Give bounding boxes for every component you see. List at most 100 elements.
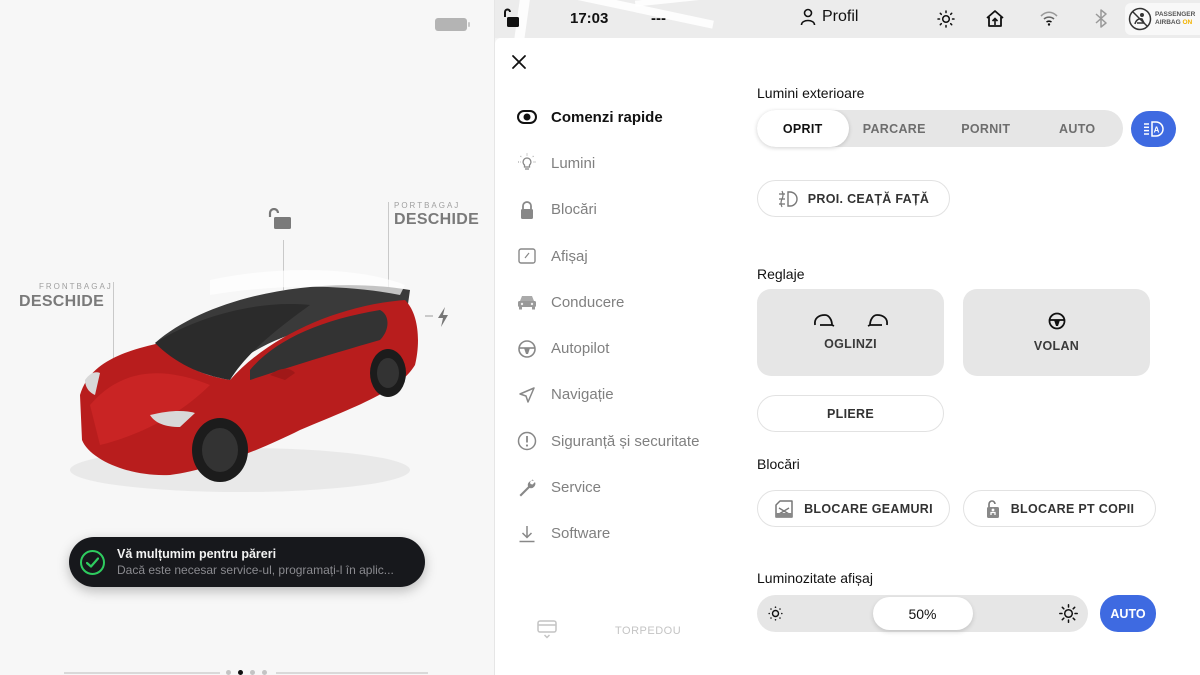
- pager-dot[interactable]: [262, 670, 267, 675]
- check-circle-icon: [80, 549, 105, 575]
- brightness-low-icon: [768, 606, 783, 621]
- lock-icon: [517, 200, 537, 220]
- brightness-slider[interactable]: 50%: [757, 595, 1088, 632]
- menu-label: Navigație: [551, 386, 614, 404]
- toggle-icon: [517, 107, 537, 127]
- passenger-airbag-indicator: PASSENGER AIRBAG ON: [1125, 3, 1200, 35]
- child-lock-button[interactable]: BLOCARE PT COPII: [963, 490, 1156, 527]
- lock-open-icon[interactable]: [502, 8, 520, 32]
- menu-item-display[interactable]: Afișaj: [517, 233, 699, 279]
- airbag-line1: PASSENGER: [1155, 11, 1196, 18]
- svg-text:A: A: [1153, 126, 1159, 135]
- right-mirror-icon: [867, 314, 888, 327]
- page-indicator: [64, 670, 428, 675]
- wifi-icon[interactable]: [1040, 11, 1058, 30]
- mirrors-icon: [813, 314, 889, 328]
- steering-wheel-button[interactable]: VOLAN: [963, 289, 1150, 376]
- alert-icon: [517, 431, 537, 451]
- lights-option-on[interactable]: PORNIT: [940, 110, 1032, 147]
- glovebox-label: TORPEDOU: [615, 625, 682, 637]
- menu-item-software[interactable]: Software: [517, 511, 699, 557]
- pager-line-left: [64, 672, 220, 674]
- close-button[interactable]: [510, 53, 528, 71]
- homelink-icon[interactable]: [985, 9, 1005, 32]
- pager-line-right: [276, 672, 428, 674]
- settings-menu: Comenzi rapide Lumini Blocări Afișaj Con…: [517, 94, 699, 557]
- fold-mirrors-button[interactable]: PLIERE: [757, 395, 944, 432]
- mirrors-button[interactable]: OGLINZI: [757, 289, 944, 376]
- user-icon: [800, 8, 816, 26]
- navigation-icon: [517, 385, 537, 405]
- menu-item-navigation[interactable]: Navigație: [517, 372, 699, 418]
- child-lock-icon: [986, 499, 999, 518]
- window-lock-icon: [775, 499, 793, 518]
- glovebox-button[interactable]: TORPEDOU: [537, 620, 681, 640]
- steering-wheel-icon: [1048, 312, 1065, 330]
- airbag-off-icon: [1128, 7, 1152, 31]
- car-icon: [517, 292, 537, 312]
- window-lock-label: BLOCARE GEAMURI: [804, 501, 933, 516]
- map-road: [634, 0, 726, 7]
- glovebox-icon: [537, 620, 557, 639]
- pager-dot[interactable]: [250, 670, 255, 675]
- pager-dot[interactable]: [226, 670, 231, 675]
- menu-label: Comenzi rapide: [551, 108, 663, 126]
- controls-panel: Comenzi rapide Lumini Blocări Afișaj Con…: [495, 38, 1200, 675]
- feedback-toast[interactable]: Vă mulțumim pentru păreri Dacă este nece…: [69, 537, 425, 587]
- menu-item-locks[interactable]: Blocări: [517, 187, 699, 233]
- menu-item-lights[interactable]: Lumini: [517, 140, 699, 186]
- window-lock-button[interactable]: BLOCARE GEAMURI: [757, 490, 950, 527]
- airbag-state: ON: [1182, 19, 1193, 26]
- profile-label: Profil: [822, 8, 859, 25]
- car-unlock-icon[interactable]: [268, 207, 292, 235]
- brightness-high-icon: [1059, 604, 1078, 623]
- menu-label: Blocări: [551, 201, 597, 219]
- menu-label: Afișaj: [551, 247, 588, 265]
- brightness-icon[interactable]: [937, 10, 955, 32]
- exterior-lights-title: Lumini exterioare: [757, 85, 865, 101]
- clock-time: 17:03: [570, 10, 609, 27]
- menu-item-autopilot[interactable]: Autopilot: [517, 325, 699, 371]
- brightness-slider-thumb[interactable]: 50%: [872, 597, 973, 630]
- menu-item-safety-security[interactable]: Siguranță și securitate: [517, 418, 699, 464]
- display-icon: [517, 246, 537, 266]
- trunk-open-button[interactable]: DESCHIDE: [394, 211, 479, 229]
- fog-lights-label: PROI. CEAȚĂ FAȚĂ: [807, 191, 930, 206]
- pager-dot-active[interactable]: [238, 670, 243, 675]
- menu-item-driving[interactable]: Conducere: [517, 279, 699, 325]
- menu-label: Software: [551, 525, 611, 543]
- menu-label: Lumini: [551, 154, 596, 172]
- left-mirror-icon: [813, 314, 834, 327]
- adjust-title: Reglaje: [757, 266, 805, 282]
- lights-option-auto[interactable]: AUTO: [1032, 110, 1124, 147]
- brightness-value: 50%: [908, 605, 937, 622]
- fold-mirrors-label: PLIERE: [827, 406, 874, 421]
- bulb-icon: [517, 153, 537, 173]
- fog-light-icon: [778, 190, 798, 207]
- brightness-auto-button[interactable]: AUTO: [1100, 595, 1156, 632]
- auto-high-beam-button[interactable]: A: [1131, 111, 1176, 147]
- menu-item-service[interactable]: Service: [517, 464, 699, 510]
- battery-icon: [435, 18, 470, 31]
- menu-item-quick-controls[interactable]: Comenzi rapide: [517, 94, 699, 140]
- menu-label: Conducere: [551, 293, 625, 311]
- bluetooth-icon[interactable]: [1095, 9, 1107, 32]
- car-panel: FRONTBAGAJ DESCHIDE PORTBAGAJ DESCHIDE V…: [0, 0, 495, 675]
- front-fog-lights-button[interactable]: PROI. CEAȚĂ FAȚĂ: [757, 180, 950, 217]
- menu-label: Service: [551, 479, 602, 497]
- auto-high-beam-icon: A: [1143, 121, 1164, 137]
- steering-wheel-icon: [517, 339, 537, 359]
- status-bar: 17:03 --- Profil PASSENGER AIRBAG ON: [495, 0, 1200, 38]
- profile-button[interactable]: Profil: [800, 8, 858, 26]
- map-road: [536, 0, 714, 29]
- locks-title: Blocări: [757, 456, 800, 472]
- car-illustration[interactable]: [60, 255, 430, 495]
- lights-option-off[interactable]: OPRIT: [757, 110, 849, 147]
- menu-label: Autopilot: [551, 340, 610, 358]
- child-lock-label: BLOCARE PT COPII: [1010, 501, 1135, 516]
- toast-title: Vă mulțumim pentru păreri: [117, 547, 277, 561]
- brightness-title: Luminozitate afișaj: [757, 570, 873, 586]
- lights-option-parking[interactable]: PARCARE: [849, 110, 941, 147]
- close-icon: [512, 55, 526, 69]
- wrench-icon: [517, 478, 537, 498]
